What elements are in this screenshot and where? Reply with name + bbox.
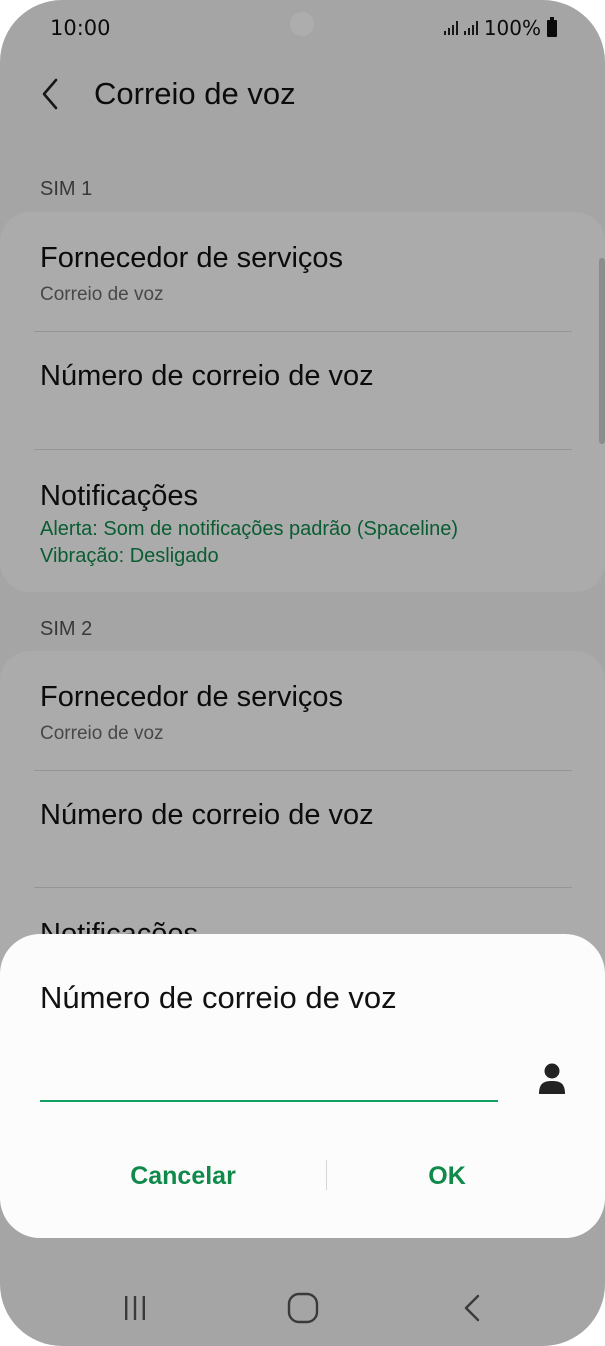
recent-apps-button[interactable]	[105, 1278, 165, 1338]
button-divider	[326, 1160, 327, 1190]
home-button[interactable]	[273, 1278, 333, 1338]
contact-picker-button[interactable]	[530, 1058, 574, 1102]
cancel-button[interactable]: Cancelar	[40, 1146, 326, 1206]
voicemail-number-dialog: Número de correio de voz Cancelar OK	[0, 934, 605, 1238]
voicemail-number-input[interactable]	[40, 1060, 498, 1102]
navigation-bar	[0, 1266, 605, 1346]
recent-apps-icon	[125, 1296, 145, 1320]
home-icon	[287, 1292, 319, 1324]
back-icon	[464, 1294, 480, 1322]
ok-button[interactable]: OK	[328, 1146, 566, 1206]
person-icon	[539, 1063, 565, 1094]
dialog-title: Número de correio de voz	[40, 980, 397, 1015]
phone-screen: 10:00 100% Correio de voz SIM 1 Forneced…	[0, 0, 605, 1346]
back-nav-button[interactable]	[443, 1278, 503, 1338]
